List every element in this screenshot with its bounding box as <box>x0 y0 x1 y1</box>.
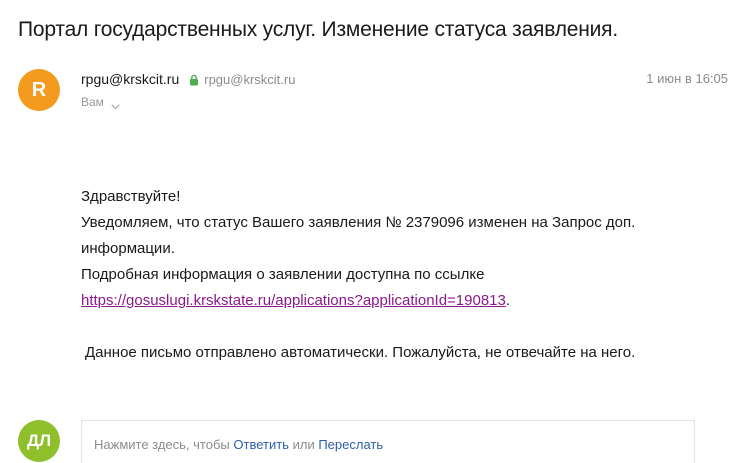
recipient-toggle[interactable]: Вам <box>81 95 120 110</box>
link-suffix: . <box>505 292 511 309</box>
email-subject: Портал государственных услуг. Изменение … <box>18 18 618 41</box>
chevron-down-icon <box>111 99 120 110</box>
body-greeting: Здравствуйте! <box>81 188 181 205</box>
forward-button[interactable]: Переслать <box>318 437 383 452</box>
email-body: Здравствуйте! Уведомляем, что статус Ваш… <box>81 184 721 366</box>
application-link[interactable]: https://gosuslugi.krskstate.ru/applicati… <box>81 292 506 309</box>
reply-button[interactable]: Ответить <box>233 437 289 452</box>
sender-address: rpgu@krskcit.ru <box>204 71 296 87</box>
body-details-line: Подробная информация о заявлении доступн… <box>81 262 721 314</box>
sender-avatar-letter: R <box>31 78 47 101</box>
auto-message-note: Данное письмо отправлено автоматически. … <box>85 344 636 361</box>
sender-avatar[interactable]: R <box>18 69 60 111</box>
body-details-text: Подробная информация о заявлении доступн… <box>81 266 485 283</box>
user-avatar: ДЛ <box>18 420 60 462</box>
body-status-line: Уведомляем, что статус Вашего заявления … <box>81 214 636 257</box>
sender-name[interactable]: rpgu@krskcit.ru <box>81 71 179 87</box>
email-view: Портал государственных услуг. Изменение … <box>0 0 751 463</box>
reply-prompt-or: или <box>292 437 315 452</box>
sender-line: rpgu@krskcit.ru rpgu@krskcit.ru <box>81 71 295 87</box>
lock-icon <box>188 73 200 86</box>
quick-reply-box[interactable]: Нажмите здесь, чтобы Ответить или Пересл… <box>81 420 695 463</box>
email-date: 1 июн в 16:05 <box>646 71 728 86</box>
recipient-label: Вам <box>81 95 104 109</box>
reply-prompt-prefix: Нажмите здесь, чтобы <box>94 437 230 452</box>
user-avatar-initials: ДЛ <box>26 431 52 450</box>
